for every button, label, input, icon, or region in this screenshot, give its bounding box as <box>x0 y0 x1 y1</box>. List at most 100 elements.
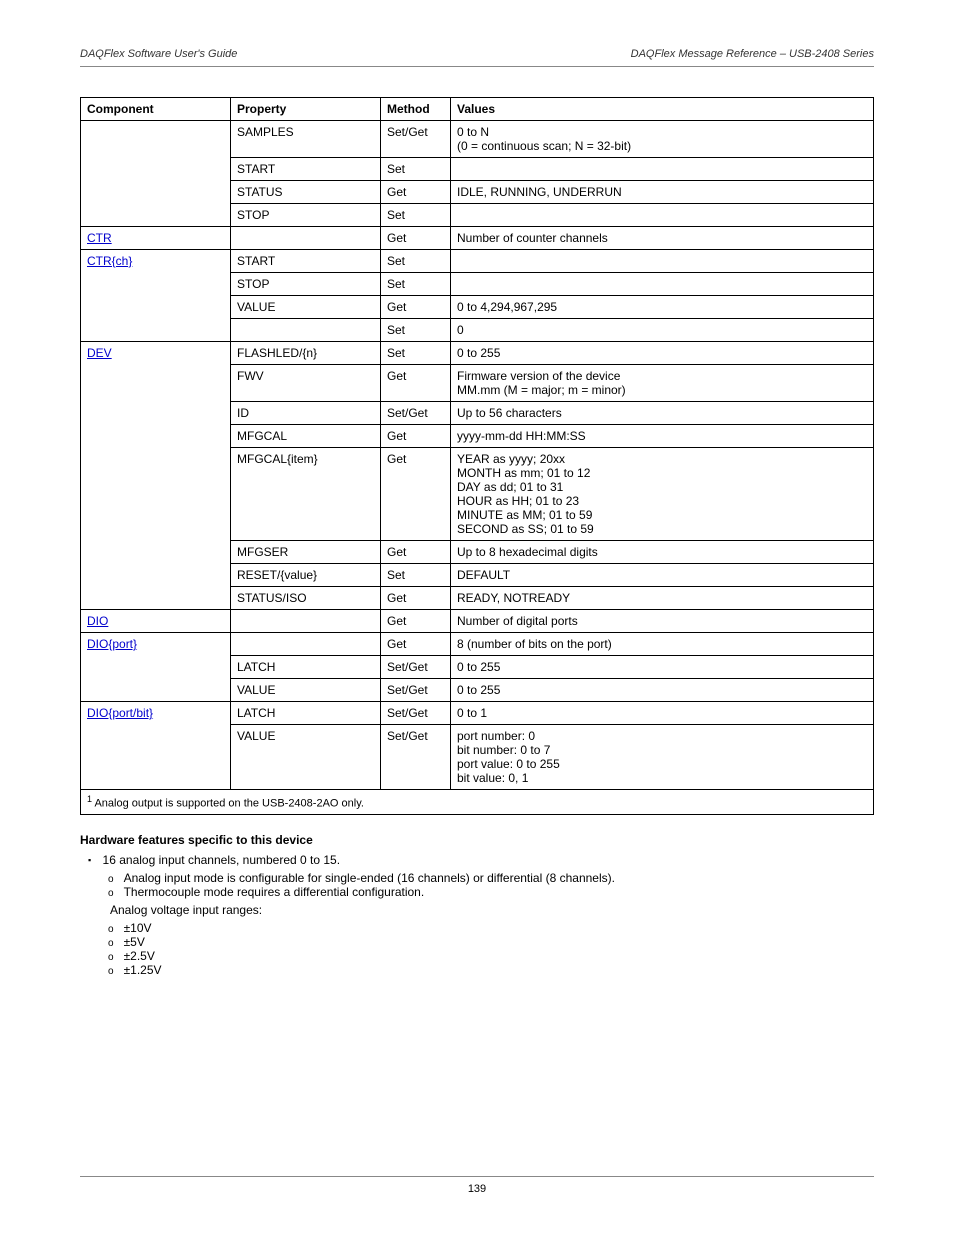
cell-component[interactable]: DIO{port} <box>81 633 231 656</box>
table-row: CTRGetNumber of counter channels <box>81 227 874 250</box>
page-header: DAQFlex Software User's Guide DAQFlex Me… <box>80 48 874 67</box>
cell-values: yyyy-mm-dd HH:MM:SS <box>451 425 874 448</box>
table-row: CTR{ch}STARTSet <box>81 250 874 273</box>
cell-component[interactable]: DEV <box>81 342 231 365</box>
cell-property: STOP <box>231 204 381 227</box>
cell-property: VALUE <box>231 725 381 790</box>
cell-values: 8 (number of bits on the port) <box>451 633 874 656</box>
cell-property: STATUS/ISO <box>231 587 381 610</box>
cell-component <box>81 365 231 402</box>
cell-method: Get <box>381 541 451 564</box>
cell-method: Get <box>381 587 451 610</box>
table-row: MFGSERGetUp to 8 hexadecimal digits <box>81 541 874 564</box>
table-row: FWVGetFirmware version of the device MM.… <box>81 365 874 402</box>
cell-method: Get <box>381 227 451 250</box>
cell-method: Set <box>381 250 451 273</box>
cell-component <box>81 541 231 564</box>
cell-values: 0 <box>451 319 874 342</box>
table-row: VALUEGet0 to 4,294,967,295 <box>81 296 874 319</box>
col-property: Property <box>231 98 381 121</box>
cell-component <box>81 656 231 679</box>
cell-component <box>81 725 231 790</box>
table-row: DIO{port} Get8 (number of bits on the por… <box>81 633 874 656</box>
cell-values <box>451 273 874 296</box>
cell-method: Get <box>381 296 451 319</box>
cell-method: Get <box>381 633 451 656</box>
range-item: ±10V <box>124 921 874 935</box>
table-row: SAMPLESSet/Get0 to N (0 = continuous sca… <box>81 121 874 158</box>
cell-values: Number of digital ports <box>451 610 874 633</box>
cell-values: 0 to N (0 = continuous scan; N = 32-bit) <box>451 121 874 158</box>
cell-values: READY, NOTREADY <box>451 587 874 610</box>
range-item: ±1.25V <box>124 963 874 977</box>
table-row: VALUESet/Get0 to 255 <box>81 679 874 702</box>
cell-property: FLASHLED/{n} <box>231 342 381 365</box>
cell-component[interactable]: DIO <box>81 610 231 633</box>
table-row: STARTSet <box>81 158 874 181</box>
table-row: LATCHSet/Get0 to 255 <box>81 656 874 679</box>
cell-property: LATCH <box>231 656 381 679</box>
footnote-marker: 1 <box>87 794 92 804</box>
range-item: ±5V <box>124 935 874 949</box>
cell-values: 0 to 255 <box>451 342 874 365</box>
cell-component[interactable]: CTR{ch} <box>81 250 231 273</box>
cell-component <box>81 158 231 181</box>
cell-values <box>451 204 874 227</box>
cell-property: MFGCAL <box>231 425 381 448</box>
cell-values: DEFAULT <box>451 564 874 587</box>
table-row: VALUESet/Getport number: 0 bit number: 0… <box>81 725 874 790</box>
page-footer: 139 <box>80 1176 874 1195</box>
col-method: Method <box>381 98 451 121</box>
cell-component <box>81 448 231 541</box>
cell-values: Up to 56 characters <box>451 402 874 425</box>
cell-values: Firmware version of the device MM.mm (M … <box>451 365 874 402</box>
ranges-label: Analog voltage input ranges: <box>102 903 874 917</box>
cell-method: Set <box>381 319 451 342</box>
cell-property: ID <box>231 402 381 425</box>
hw-main-item: 16 analog input channels, numbered 0 to … <box>102 853 874 977</box>
table-row: RESET/{value}SetDEFAULT <box>81 564 874 587</box>
header-right: DAQFlex Message Reference – USB-2408 Ser… <box>631 48 874 60</box>
cell-component[interactable]: DIO{port/bit} <box>81 702 231 725</box>
cell-values: YEAR as yyyy; 20xx MONTH as mm; 01 to 12… <box>451 448 874 541</box>
cell-property: RESET/{value} <box>231 564 381 587</box>
cell-component[interactable]: CTR <box>81 227 231 250</box>
cell-component <box>81 402 231 425</box>
cell-component <box>81 587 231 610</box>
table-row: DIO{port/bit}LATCHSet/Get0 to 1 <box>81 702 874 725</box>
cell-method: Get <box>381 425 451 448</box>
cell-method: Get <box>381 181 451 204</box>
col-component: Component <box>81 98 231 121</box>
hw-sub1: Analog input mode is configurable for si… <box>124 871 874 885</box>
cell-component <box>81 204 231 227</box>
cell-property: SAMPLES <box>231 121 381 158</box>
hw-title: Hardware features specific to this devic… <box>80 833 874 847</box>
cell-property: START <box>231 250 381 273</box>
cell-values: IDLE, RUNNING, UNDERRUN <box>451 181 874 204</box>
table-row: DEVFLASHLED/{n}Set0 to 255 <box>81 342 874 365</box>
cell-method: Set/Get <box>381 121 451 158</box>
cell-component <box>81 296 231 319</box>
cell-method: Set/Get <box>381 656 451 679</box>
col-values: Values <box>451 98 874 121</box>
cell-method: Set/Get <box>381 725 451 790</box>
cell-method: Get <box>381 610 451 633</box>
cell-method: Set <box>381 273 451 296</box>
reference-table: Component Property Method Values SAMPLES… <box>80 97 874 815</box>
cell-property: FWV <box>231 365 381 402</box>
footnote-text: Analog output is supported on the USB-24… <box>94 798 363 810</box>
cell-values: port number: 0 bit number: 0 to 7 port v… <box>451 725 874 790</box>
cell-component <box>81 273 231 296</box>
cell-component <box>81 679 231 702</box>
hardware-specs: Hardware features specific to this devic… <box>80 833 874 977</box>
cell-component <box>81 425 231 448</box>
table-row: MFGCALGetyyyy-mm-dd HH:MM:SS <box>81 425 874 448</box>
cell-values: 0 to 4,294,967,295 <box>451 296 874 319</box>
cell-values <box>451 158 874 181</box>
cell-component <box>81 319 231 342</box>
table-row: DIO GetNumber of digital ports <box>81 610 874 633</box>
cell-property: VALUE <box>231 679 381 702</box>
cell-component <box>81 181 231 204</box>
cell-property: START <box>231 158 381 181</box>
table-row: Set0 <box>81 319 874 342</box>
